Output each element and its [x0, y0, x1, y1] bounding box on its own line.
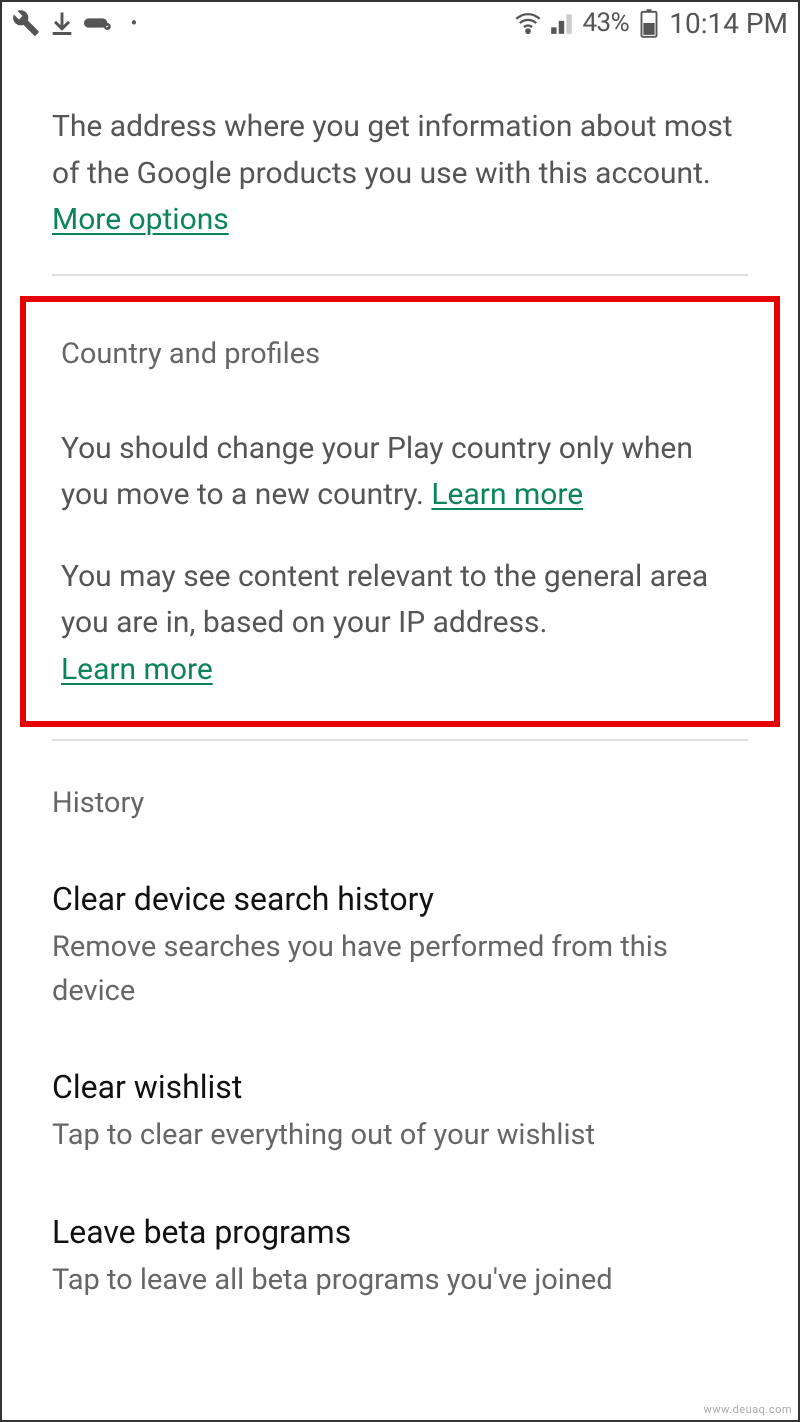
download-icon — [48, 9, 76, 37]
battery-icon — [635, 9, 663, 37]
battery-percent-text: 43% — [582, 8, 629, 38]
country-profiles-section: Country and profiles You should change y… — [20, 296, 780, 728]
country-para2-text: You may see content relevant to the gene… — [61, 559, 708, 641]
clear-search-history-title: Clear device search history — [52, 880, 748, 918]
wrench-icon — [12, 9, 40, 37]
history-section: History Clear device search history Remo… — [2, 741, 798, 1302]
country-profiles-para2: You may see content relevant to the gene… — [61, 554, 739, 694]
learn-more-link-country[interactable]: Learn more — [431, 477, 583, 512]
leave-beta-title: Leave beta programs — [52, 1213, 748, 1251]
clear-search-history-desc: Remove searches you have performed from … — [52, 926, 748, 1013]
status-bar: • 43% 10:14 PM — [2, 2, 798, 44]
clear-search-history-row[interactable]: Clear device search history Remove searc… — [52, 880, 748, 1013]
learn-more-link-ip[interactable]: Learn more — [61, 652, 213, 687]
clear-wishlist-row[interactable]: Clear wishlist Tap to clear everything o… — [52, 1068, 748, 1158]
address-text-content: The address where you get information ab… — [52, 109, 733, 191]
more-options-link[interactable]: More options — [52, 202, 229, 237]
watermark-text: www.deuaq.com — [704, 1403, 792, 1416]
leave-beta-row[interactable]: Leave beta programs Tap to leave all bet… — [52, 1213, 748, 1303]
signal-icon — [548, 9, 576, 37]
clear-wishlist-title: Clear wishlist — [52, 1068, 748, 1106]
country-para1-text: You should change your Play country only… — [61, 431, 693, 513]
country-profiles-para1: You should change your Play country only… — [61, 426, 739, 519]
address-description: The address where you get information ab… — [52, 104, 748, 244]
country-profiles-heading: Country and profiles — [61, 337, 739, 371]
dot-icon: • — [120, 9, 148, 37]
leave-beta-desc: Tap to leave all beta programs you've jo… — [52, 1259, 748, 1303]
address-section: The address where you get information ab… — [2, 44, 798, 274]
section-divider — [52, 274, 748, 276]
clear-wishlist-desc: Tap to clear everything out of your wish… — [52, 1114, 748, 1158]
wifi-icon — [514, 9, 542, 37]
clock-text: 10:14 PM — [669, 7, 788, 40]
vpn-icon — [84, 9, 112, 37]
history-heading: History — [52, 786, 748, 820]
settings-content: The address where you get information ab… — [2, 44, 798, 1302]
